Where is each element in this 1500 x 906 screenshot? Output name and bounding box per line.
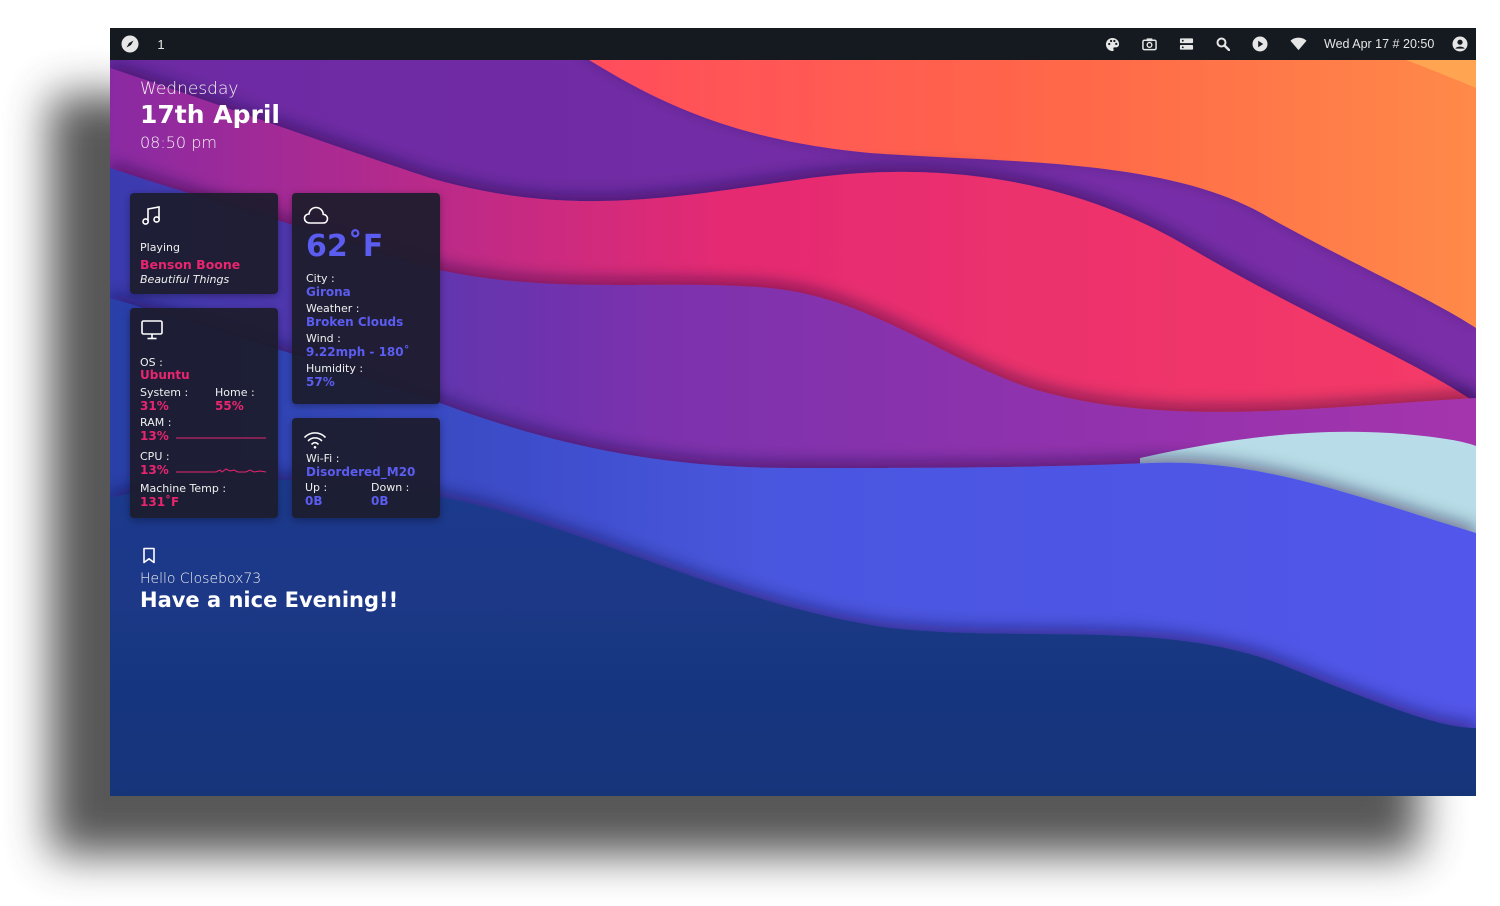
cpu-label: CPU : (140, 450, 170, 463)
cpu-graph (176, 468, 266, 473)
weather-condition: Broken Clouds (306, 315, 404, 329)
user-icon[interactable] (1451, 28, 1469, 60)
home-disk-label: Home : (215, 386, 255, 399)
humidity-label: Humidity : (306, 362, 364, 375)
wifi-icon[interactable] (1288, 28, 1308, 60)
temperature: 62˚F (306, 229, 384, 264)
system-disk-label: System : (140, 386, 189, 399)
greeting-message: Have a nice Evening!! (140, 588, 399, 612)
bookmark-icon (142, 547, 156, 568)
ram-label: RAM : (140, 416, 172, 429)
wallpaper (110, 28, 1476, 796)
compass-icon[interactable] (120, 28, 140, 60)
wifi-icon (303, 430, 327, 454)
wind-value: 9.22mph - 180˚ (306, 345, 410, 359)
workspace-indicator[interactable]: 1 (154, 28, 168, 60)
greeting-hello: Hello Closebox73 (140, 571, 262, 587)
weather-widget: 62˚F City : Girona Weather : Broken Clou… (292, 193, 440, 404)
music-artist: Benson Boone (140, 257, 241, 272)
monitor-icon (141, 320, 163, 344)
time-text: 08:50 pm (140, 133, 217, 152)
clock[interactable]: Wed Apr 17 # 20:50 (1324, 28, 1434, 60)
upload-label: Up : (305, 481, 328, 494)
os-value: Ubuntu (140, 368, 190, 382)
ram-value: 13% (140, 429, 169, 443)
top-panel: 1 Wed Apr 17 # 20:50 (110, 28, 1476, 60)
cpu-value: 13% (140, 463, 169, 477)
machine-temp-label: Machine Temp : (140, 482, 227, 495)
system-disk-value: 31% (140, 399, 169, 413)
network-widget: Wi-Fi : Disordered_M20 Up : 0B Down : 0B (292, 418, 440, 518)
palette-icon[interactable] (1103, 28, 1121, 60)
music-widget: Playing Benson Boone Beautiful Things (130, 193, 278, 294)
home-disk-value: 55% (215, 399, 244, 413)
cloud-icon (303, 205, 329, 229)
camera-icon[interactable] (1140, 28, 1158, 60)
music-note-icon (141, 205, 163, 231)
wifi-ssid: Disordered_M20 (306, 465, 416, 479)
city-value: Girona (306, 285, 351, 299)
weather-label: Weather : (306, 302, 360, 315)
wind-label: Wind : (306, 332, 341, 345)
server-icon[interactable] (1177, 28, 1195, 60)
wifi-label: Wi-Fi : (306, 452, 340, 465)
machine-temp-value: 131˚F (140, 495, 180, 509)
system-widget: OS : Ubuntu System : 31% Home : 55% RAM … (130, 308, 278, 518)
upload-value: 0B (305, 494, 323, 508)
music-status: Playing (140, 241, 180, 254)
play-icon[interactable] (1251, 28, 1269, 60)
search-icon[interactable] (1214, 28, 1232, 60)
download-value: 0B (371, 494, 389, 508)
humidity-value: 57% (306, 375, 335, 389)
date-text: 17th April (140, 100, 280, 129)
download-label: Down : (371, 481, 410, 494)
city-label: City : (306, 272, 335, 285)
desktop-screen: 1 Wed Apr 17 # 20:50 Wednesday 17th Apri… (110, 28, 1476, 796)
ram-graph (176, 437, 266, 439)
day-name: Wednesday (140, 79, 239, 99)
music-track: Beautiful Things (140, 273, 230, 286)
